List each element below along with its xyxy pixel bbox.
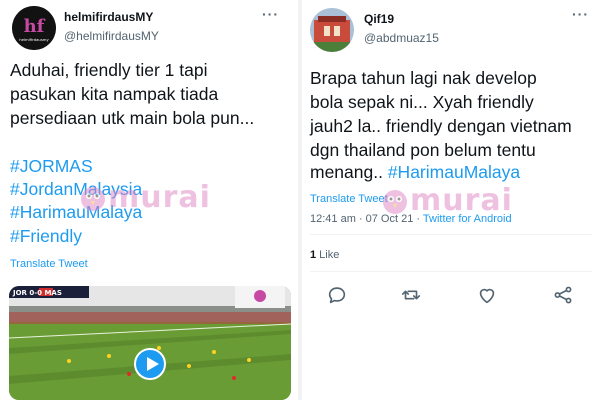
- likes-count[interactable]: 1 Like: [310, 249, 339, 261]
- display-name[interactable]: helmifirdausMY: [64, 10, 153, 24]
- translate-tweet-link[interactable]: Translate Tweet: [10, 258, 88, 270]
- tweet-text-line: menang.. #HarimauMalaya: [310, 160, 520, 184]
- hashtag-link[interactable]: #HarimauMalaya: [10, 200, 142, 224]
- avatar[interactable]: hf helmifirdausmy: [12, 6, 56, 50]
- more-icon[interactable]: ···: [572, 6, 589, 22]
- avatar-text: helmifirdausmy: [19, 37, 49, 42]
- divider-line: [310, 271, 592, 272]
- reply-icon[interactable]: [326, 284, 348, 306]
- retweet-icon[interactable]: [400, 284, 422, 306]
- tweet-right: Qif19 @abdmuaz15 ··· Brapa tahun lagi na…: [302, 0, 600, 400]
- handle[interactable]: @helmifirdausMY: [64, 29, 159, 43]
- video-thumbnail[interactable]: JOR 0-0 MAS: [9, 286, 291, 400]
- tweet-text-line: bola sepak ni... Xyah friendly: [310, 92, 534, 112]
- translate-tweet-link[interactable]: Translate Tweet: [310, 193, 388, 205]
- like-label: Like: [316, 249, 340, 261]
- like-icon[interactable]: [476, 284, 498, 306]
- divider-line: [310, 234, 592, 235]
- tweet-text-line: Brapa tahun lagi nak develop: [310, 68, 537, 88]
- display-name[interactable]: Qif19: [364, 12, 394, 26]
- handle[interactable]: @abdmuaz15: [364, 31, 439, 45]
- hashtag-link[interactable]: #Friendly: [10, 224, 82, 248]
- share-icon[interactable]: [552, 284, 574, 306]
- source-link[interactable]: Twitter for Android: [423, 213, 512, 225]
- play-icon[interactable]: [134, 348, 166, 380]
- tweet-text-line: Aduhai, friendly tier 1 tapi: [10, 60, 208, 80]
- tweet-text-line: jauh2 la.. friendly dengan vietnam: [310, 116, 572, 136]
- hashtag-link[interactable]: #JORMAS: [10, 154, 93, 178]
- tweet-left: hf helmifirdausmy helmifirdausMY @helmif…: [0, 0, 298, 400]
- avatar[interactable]: [310, 8, 354, 52]
- tweet-meta: 12:41 am · 07 Oct 21 · Twitter for Andro…: [310, 213, 512, 225]
- svg-text:hf: hf: [24, 16, 46, 37]
- more-icon[interactable]: ···: [262, 6, 279, 22]
- hashtag-link[interactable]: #JordanMalaysia: [10, 177, 142, 201]
- scoreboard: JOR 0-0 MAS: [12, 289, 62, 297]
- hashtag-link[interactable]: #HarimauMalaya: [388, 162, 520, 182]
- tweet-text-line: persediaan utk main bola pun...: [10, 108, 255, 128]
- tweet-text-line: dgn thailand pon belum tentu: [310, 140, 536, 160]
- timestamp[interactable]: 12:41 am · 07 Oct 21 ·: [310, 213, 423, 225]
- tweet-text-span: menang..: [310, 162, 388, 182]
- tweet-text-line: pasukan kita nampak tiada: [10, 84, 219, 104]
